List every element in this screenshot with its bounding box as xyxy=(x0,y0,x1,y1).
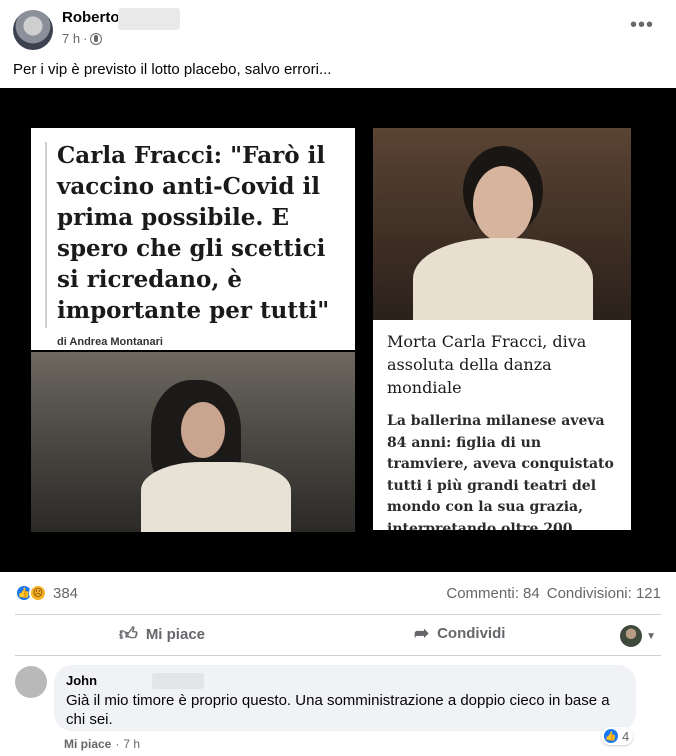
share-arrow-icon: ➦ xyxy=(414,623,430,643)
post-author[interactable]: Roberto xyxy=(62,9,120,26)
divider xyxy=(15,655,661,656)
globe-icon xyxy=(90,32,103,45)
post-meta: 7 h · xyxy=(62,31,103,46)
comment-author[interactable]: John xyxy=(66,673,624,688)
right-article-card: Morta Carla Fracci, diva assoluta della … xyxy=(373,320,631,530)
comment-reaction-count: 4 xyxy=(622,728,630,744)
left-headline: Carla Fracci: "Farò il vaccino anti-Covi… xyxy=(57,142,330,324)
share-label: Condividi xyxy=(437,625,506,642)
author-avatar[interactable] xyxy=(13,10,53,50)
post-stats: 👍 ☹ 384 Commenti: 84 Condivisioni: 121 xyxy=(0,580,676,608)
comments-count[interactable]: Commenti: 84 xyxy=(446,585,539,602)
like-label: Mi piace xyxy=(145,625,205,643)
chevron-down-icon: ▼ xyxy=(646,630,656,642)
comment-bubble: John Già il mio timore è proprio questo.… xyxy=(54,665,636,731)
viewer-avatar xyxy=(620,625,643,647)
divider xyxy=(15,614,661,615)
post-media[interactable]: Carla Fracci: "Farò il vaccino anti-Covi… xyxy=(0,88,676,572)
quote-bar xyxy=(45,142,47,328)
photo-scarf xyxy=(141,462,291,532)
right-headline: Morta Carla Fracci, diva assoluta della … xyxy=(387,332,587,397)
photo-blouse xyxy=(413,238,593,320)
left-photo xyxy=(31,352,355,532)
post-text: Per i vip è previsto il lotto placebo, s… xyxy=(13,61,332,78)
sad-face-icon: ☹ xyxy=(29,584,47,602)
comment-avatar[interactable] xyxy=(15,666,47,698)
right-photo xyxy=(373,128,631,320)
thumbs-up-icon: 👍 xyxy=(603,728,619,744)
photo-face xyxy=(181,402,225,458)
comment-time[interactable]: 7 h xyxy=(123,737,140,751)
share-button[interactable]: ➦ Condividi xyxy=(414,623,505,644)
photo-face xyxy=(473,166,533,242)
blurred-surname xyxy=(118,8,180,30)
comment-like-button[interactable]: Mi piace xyxy=(64,737,111,751)
comment-reactions[interactable]: 👍 4 xyxy=(601,727,634,745)
post-time[interactable]: 7 h xyxy=(62,31,80,46)
left-byline: di Andrea Montanari xyxy=(57,336,163,348)
react-as-selector[interactable]: ▼ xyxy=(620,625,656,647)
reaction-count: 384 xyxy=(53,584,79,602)
post-header: Roberto 7 h · ••• xyxy=(0,0,676,56)
comment-meta: Mi piace · 7 h xyxy=(64,737,140,751)
thumbs-up-icon: 👍︎ xyxy=(119,624,138,644)
reactions-summary[interactable]: 👍 ☹ 384 xyxy=(15,584,78,602)
action-bar: 👍︎ Mi piace ➦ Condividi ▼ xyxy=(0,619,676,653)
like-button[interactable]: 👍︎ Mi piace xyxy=(119,623,205,645)
comment-separator: · xyxy=(115,737,120,751)
right-body: La ballerina milanese aveva 84 anni: fig… xyxy=(387,413,614,530)
meta-separator: · xyxy=(83,31,88,46)
left-article-card: Carla Fracci: "Farò il vaccino anti-Covi… xyxy=(31,128,355,350)
comment-text: Già il mio timore è proprio questo. Una … xyxy=(66,692,610,728)
blurred-surname xyxy=(152,673,204,689)
engagement-counts: Commenti: 84 Condivisioni: 121 xyxy=(446,585,661,602)
shares-count[interactable]: Condivisioni: 121 xyxy=(547,585,661,602)
more-options-icon[interactable]: ••• xyxy=(630,14,654,37)
